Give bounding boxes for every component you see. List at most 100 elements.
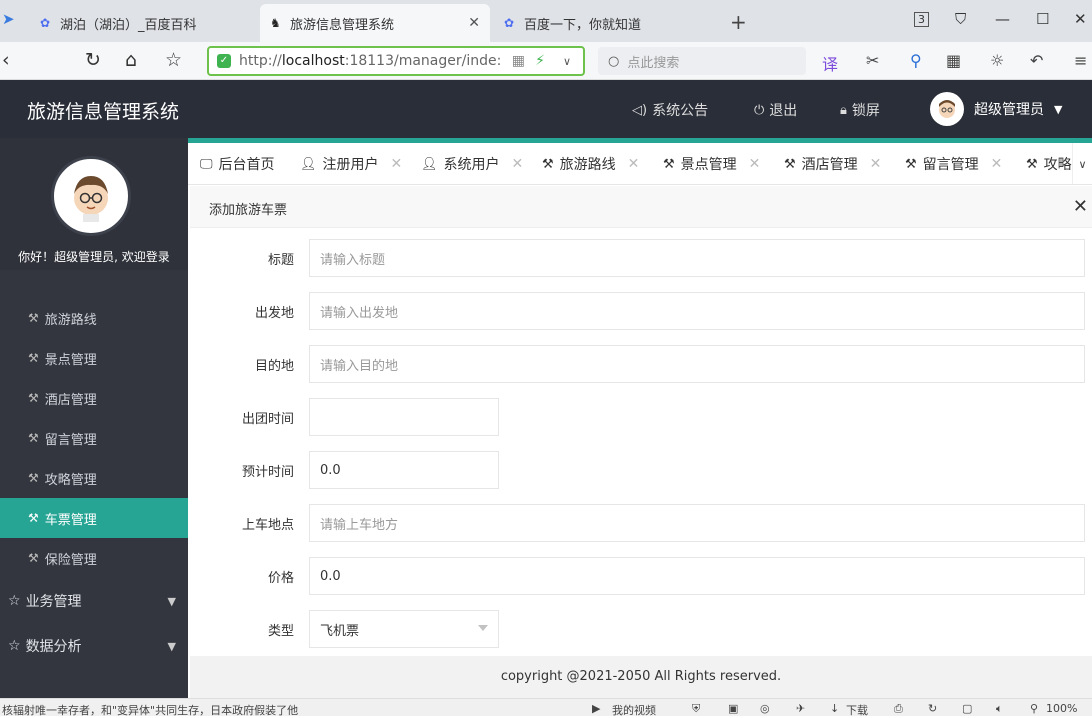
form-row-type: 类型 飞机票: [190, 610, 1092, 648]
field-label: 上车地点: [241, 518, 294, 533]
plane-icon[interactable]: ✈: [796, 702, 805, 715]
close-icon[interactable]: ✕: [749, 156, 761, 172]
chevron-down-icon[interactable]: ∨: [563, 55, 571, 68]
home-icon[interactable]: ⌂: [125, 49, 137, 71]
sidebar-item-routes[interactable]: ⚒ 旅游路线: [0, 298, 188, 338]
minimize-icon[interactable]: —: [995, 10, 1010, 28]
title-input[interactable]: 请输入标题: [309, 239, 1085, 277]
star-icon[interactable]: ☆: [165, 49, 182, 71]
zoom-level[interactable]: 100%: [1046, 702, 1077, 715]
star-outline-icon: ☆: [8, 593, 21, 609]
brightness-icon[interactable]: ☼: [990, 51, 1004, 70]
scissors-icon[interactable]: ✂: [866, 51, 879, 70]
user-menu[interactable]: 超级管理员 ▼: [930, 92, 1062, 126]
browser-tab-2[interactable]: ♞ 旅游信息管理系统 ✕: [260, 4, 490, 42]
speaker-icon: ◁): [632, 102, 648, 118]
tabs-scroll-button[interactable]: ∨: [1072, 143, 1092, 184]
close-icon[interactable]: ✕: [468, 15, 480, 31]
tab-guides[interactable]: ⚒ 攻略: [1026, 143, 1072, 184]
tab-label: 系统用户: [443, 157, 500, 173]
browser-tab-1[interactable]: ✿ 湖泊（湖泊）_百度百科: [30, 4, 258, 42]
sidebar-item-attractions[interactable]: ⚒ 景点管理: [0, 338, 188, 378]
type-select-value: 飞机票: [320, 623, 360, 639]
departure-input[interactable]: 请输入出发地: [309, 292, 1085, 330]
close-icon[interactable]: ✕: [391, 156, 403, 172]
tab-count-badge[interactable]: 3: [914, 12, 929, 27]
tour-date-input[interactable]: [309, 398, 499, 436]
form-row-title: 标题 请输入标题: [190, 239, 1092, 277]
close-icon[interactable]: ✕: [870, 156, 882, 172]
user-name: 超级管理员: [974, 102, 1044, 118]
wrench-icon: ⚒: [1026, 156, 1038, 172]
sidebar-item-tickets[interactable]: ⚒ 车票管理: [0, 498, 188, 538]
type-select[interactable]: 飞机票: [309, 610, 499, 648]
lightning-icon[interactable]: ⚡: [535, 53, 545, 69]
translate-icon[interactable]: 译: [822, 51, 838, 75]
lock-screen-label: 锁屏: [851, 103, 880, 119]
tab-hotels[interactable]: ⚒ 酒店管理 ✕: [784, 143, 882, 184]
logout-link[interactable]: ⏻ 退出: [754, 100, 797, 120]
tab-dashboard[interactable]: 🖵︎ 后台首页: [200, 143, 275, 184]
window-close-icon[interactable]: ✕: [1074, 10, 1087, 28]
tab-routes[interactable]: ⚒ 旅游路线 ✕: [542, 143, 640, 184]
price-input[interactable]: 0.0: [309, 557, 1085, 595]
sidebar-item-messages[interactable]: ⚒ 留言管理: [0, 418, 188, 458]
close-icon[interactable]: ✕: [628, 156, 640, 172]
undo-icon[interactable]: ↶: [1030, 51, 1043, 70]
volume-icon[interactable]: 🔈︎: [996, 702, 1003, 716]
wrench-icon: ⚒: [905, 156, 917, 172]
sync-icon[interactable]: ↻: [928, 702, 937, 715]
menu-icon[interactable]: ≡: [1074, 51, 1087, 70]
magnifier-icon[interactable]: ⚲: [910, 51, 922, 70]
tab-messages[interactable]: ⚒ 留言管理 ✕: [905, 143, 1003, 184]
lock-screen-link[interactable]: 🔒︎ 锁屏: [840, 100, 880, 120]
sidebar-item-label: 保险管理: [44, 552, 97, 568]
sidebar-item-hotels[interactable]: ⚒ 酒店管理: [0, 378, 188, 418]
app-title: 旅游信息管理系统: [27, 101, 180, 123]
browser-tab-3[interactable]: ✿ 百度一下，你就知道: [494, 4, 722, 42]
horse-icon: ♞: [270, 16, 281, 30]
duration-input[interactable]: 0.0: [309, 451, 499, 489]
new-tab-button[interactable]: +: [730, 10, 747, 34]
tab-label: 景点管理: [680, 157, 737, 173]
window-icon[interactable]: ▢: [962, 702, 972, 715]
power-icon: ⏻: [754, 102, 765, 118]
grid-icon[interactable]: ▦: [946, 51, 961, 70]
sidebar-item-guides[interactable]: ⚒ 攻略管理: [0, 458, 188, 498]
refresh-icon[interactable]: ↻: [85, 49, 101, 71]
url-field[interactable]: ✓ http://localhost:18113/manager/inde: ▦…: [207, 46, 585, 76]
shield-icon[interactable]: ⛨: [692, 702, 700, 716]
monitor-icon: 🖵︎: [200, 156, 213, 172]
image-icon[interactable]: ▣: [728, 702, 738, 715]
tab-attractions[interactable]: ⚒ 景点管理 ✕: [663, 143, 761, 184]
browser-status-bar: 核辐射唯一幸存者，和"变异体"共同生存，日本政府假装了他 ▶ 我的视频 ⛨ ▣ …: [0, 698, 1092, 717]
sidebar-group-label: 业务管理: [25, 594, 82, 610]
sidebar-item-insurance[interactable]: ⚒ 保险管理: [0, 538, 188, 578]
printer-icon[interactable]: ⎙: [894, 702, 903, 716]
panel-header: 添加旅游车票 ✕: [190, 186, 1092, 228]
search-icon: ○: [608, 53, 620, 69]
back-icon[interactable]: ‹: [2, 49, 10, 71]
close-icon[interactable]: ✕: [512, 156, 524, 172]
form-row-duration: 预计时间 0.0: [190, 451, 1092, 489]
wrench-icon: ⚒: [28, 311, 39, 325]
announcement-link[interactable]: ◁) 系统公告: [632, 100, 708, 120]
form-row-price: 价格 0.0: [190, 557, 1092, 595]
avatar: [930, 92, 964, 126]
tab-registered-users[interactable]: 👤︎ 注册用户 ✕: [300, 143, 403, 184]
close-icon[interactable]: ✕: [1073, 196, 1088, 217]
sidebar-group-business[interactable]: ☆ 业务管理 ▼: [0, 579, 188, 623]
qr-icon[interactable]: ▦: [512, 53, 525, 69]
boarding-location-input[interactable]: 请输上车地方: [309, 504, 1085, 542]
close-icon[interactable]: ✕: [991, 156, 1003, 172]
game-icon[interactable]: ◎: [760, 702, 770, 715]
browser-search-input[interactable]: ○ 点此搜索: [598, 47, 806, 75]
wrench-icon: ⚒: [28, 511, 39, 525]
maximize-icon[interactable]: ☐: [1036, 10, 1049, 28]
destination-input[interactable]: 请输入目的地: [309, 345, 1085, 383]
lock-icon: 🔒︎: [840, 102, 847, 118]
shirt-icon[interactable]: ⛉: [955, 10, 966, 28]
wrench-icon: ⚒: [28, 471, 39, 485]
tab-system-users[interactable]: 👤︎ 系统用户 ✕: [421, 143, 524, 184]
sidebar-group-analytics[interactable]: ☆ 数据分析 ▼: [0, 624, 188, 668]
